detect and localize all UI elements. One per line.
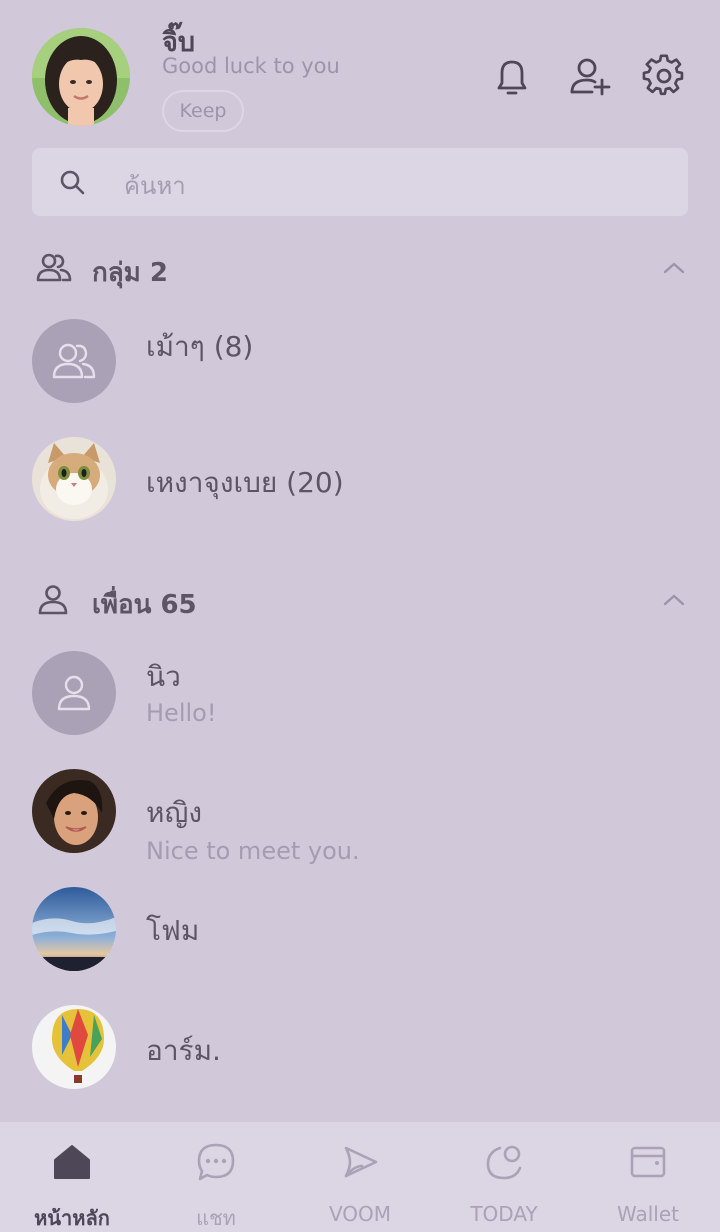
friends-section-header[interactable]: เพื่อน 65 <box>0 570 720 630</box>
profile-status-message[interactable]: Good luck to you <box>162 54 340 78</box>
nav-home[interactable]: หน้าหลัก <box>0 1122 144 1232</box>
search-bar[interactable]: ค้นหา <box>32 148 688 216</box>
group-name: เหงาจุงเบย (20) <box>146 466 344 499</box>
friend-name: โฟม <box>146 914 200 947</box>
nav-voom[interactable]: VOOM <box>288 1122 432 1232</box>
nav-chat[interactable]: แชท <box>144 1122 288 1232</box>
person-icon <box>57 675 91 711</box>
friend-avatar <box>32 651 116 735</box>
friend-name: นิว <box>146 660 181 693</box>
group-icon <box>36 253 72 282</box>
nav-label: แชท <box>196 1206 236 1230</box>
friends-section-title: เพื่อน 65 <box>92 590 197 620</box>
group-name: เม้าๆ (8) <box>146 330 254 363</box>
friend-avatar-photo <box>32 1005 116 1089</box>
group-row[interactable]: เม้าๆ (8) <box>0 319 720 419</box>
friend-avatar-photo <box>32 887 116 971</box>
friend-row[interactable]: โฟม <box>0 887 720 987</box>
groups-section-header[interactable]: กลุ่ม 2 <box>0 238 720 298</box>
nav-label: Wallet <box>616 1202 679 1226</box>
nav-wallet[interactable]: Wallet <box>576 1122 720 1232</box>
friend-row[interactable]: นิว Hello! <box>0 651 720 751</box>
groups-section-title: กลุ่ม 2 <box>92 258 168 288</box>
group-icon <box>52 343 96 379</box>
friend-status-message: Nice to meet you. <box>146 837 360 865</box>
friend-status-message: Hello! <box>146 699 217 727</box>
friend-avatar-photo <box>32 769 116 853</box>
add-friend-icon[interactable] <box>568 54 612 98</box>
chevron-up-icon[interactable] <box>660 590 688 608</box>
group-avatar-cat <box>32 437 116 521</box>
group-row[interactable]: เหงาจุงเบย (20) <box>0 437 720 537</box>
today-icon <box>486 1145 522 1180</box>
voom-icon <box>344 1146 378 1178</box>
friend-name: หญิง <box>146 796 202 829</box>
search-icon <box>60 170 85 195</box>
friend-row[interactable]: หญิง Nice to meet you. <box>0 769 720 869</box>
home-icon <box>54 1145 90 1179</box>
settings-gear-icon[interactable] <box>642 54 686 98</box>
chevron-up-icon[interactable] <box>660 258 688 276</box>
bell-icon[interactable] <box>490 54 534 98</box>
bottom-navigation: หน้าหลัก แชท VOOM TODAY Wallet <box>0 1122 720 1232</box>
person-icon <box>38 585 68 615</box>
group-avatar <box>32 319 116 403</box>
friend-name: อาร์ม. <box>146 1034 221 1067</box>
friend-row[interactable]: อาร์ม. <box>0 1005 720 1105</box>
nav-label: TODAY <box>470 1202 538 1226</box>
nav-label: หน้าหลัก <box>34 1206 110 1230</box>
search-placeholder: ค้นหา <box>124 172 186 200</box>
nav-today[interactable]: TODAY <box>432 1122 576 1232</box>
profile-header: จิ๊บ Good luck to you Keep <box>0 0 720 140</box>
profile-avatar[interactable] <box>32 28 130 126</box>
nav-label: VOOM <box>328 1202 392 1226</box>
wallet-icon <box>630 1146 666 1178</box>
keep-button[interactable]: Keep <box>162 90 244 132</box>
chat-icon <box>197 1143 235 1181</box>
